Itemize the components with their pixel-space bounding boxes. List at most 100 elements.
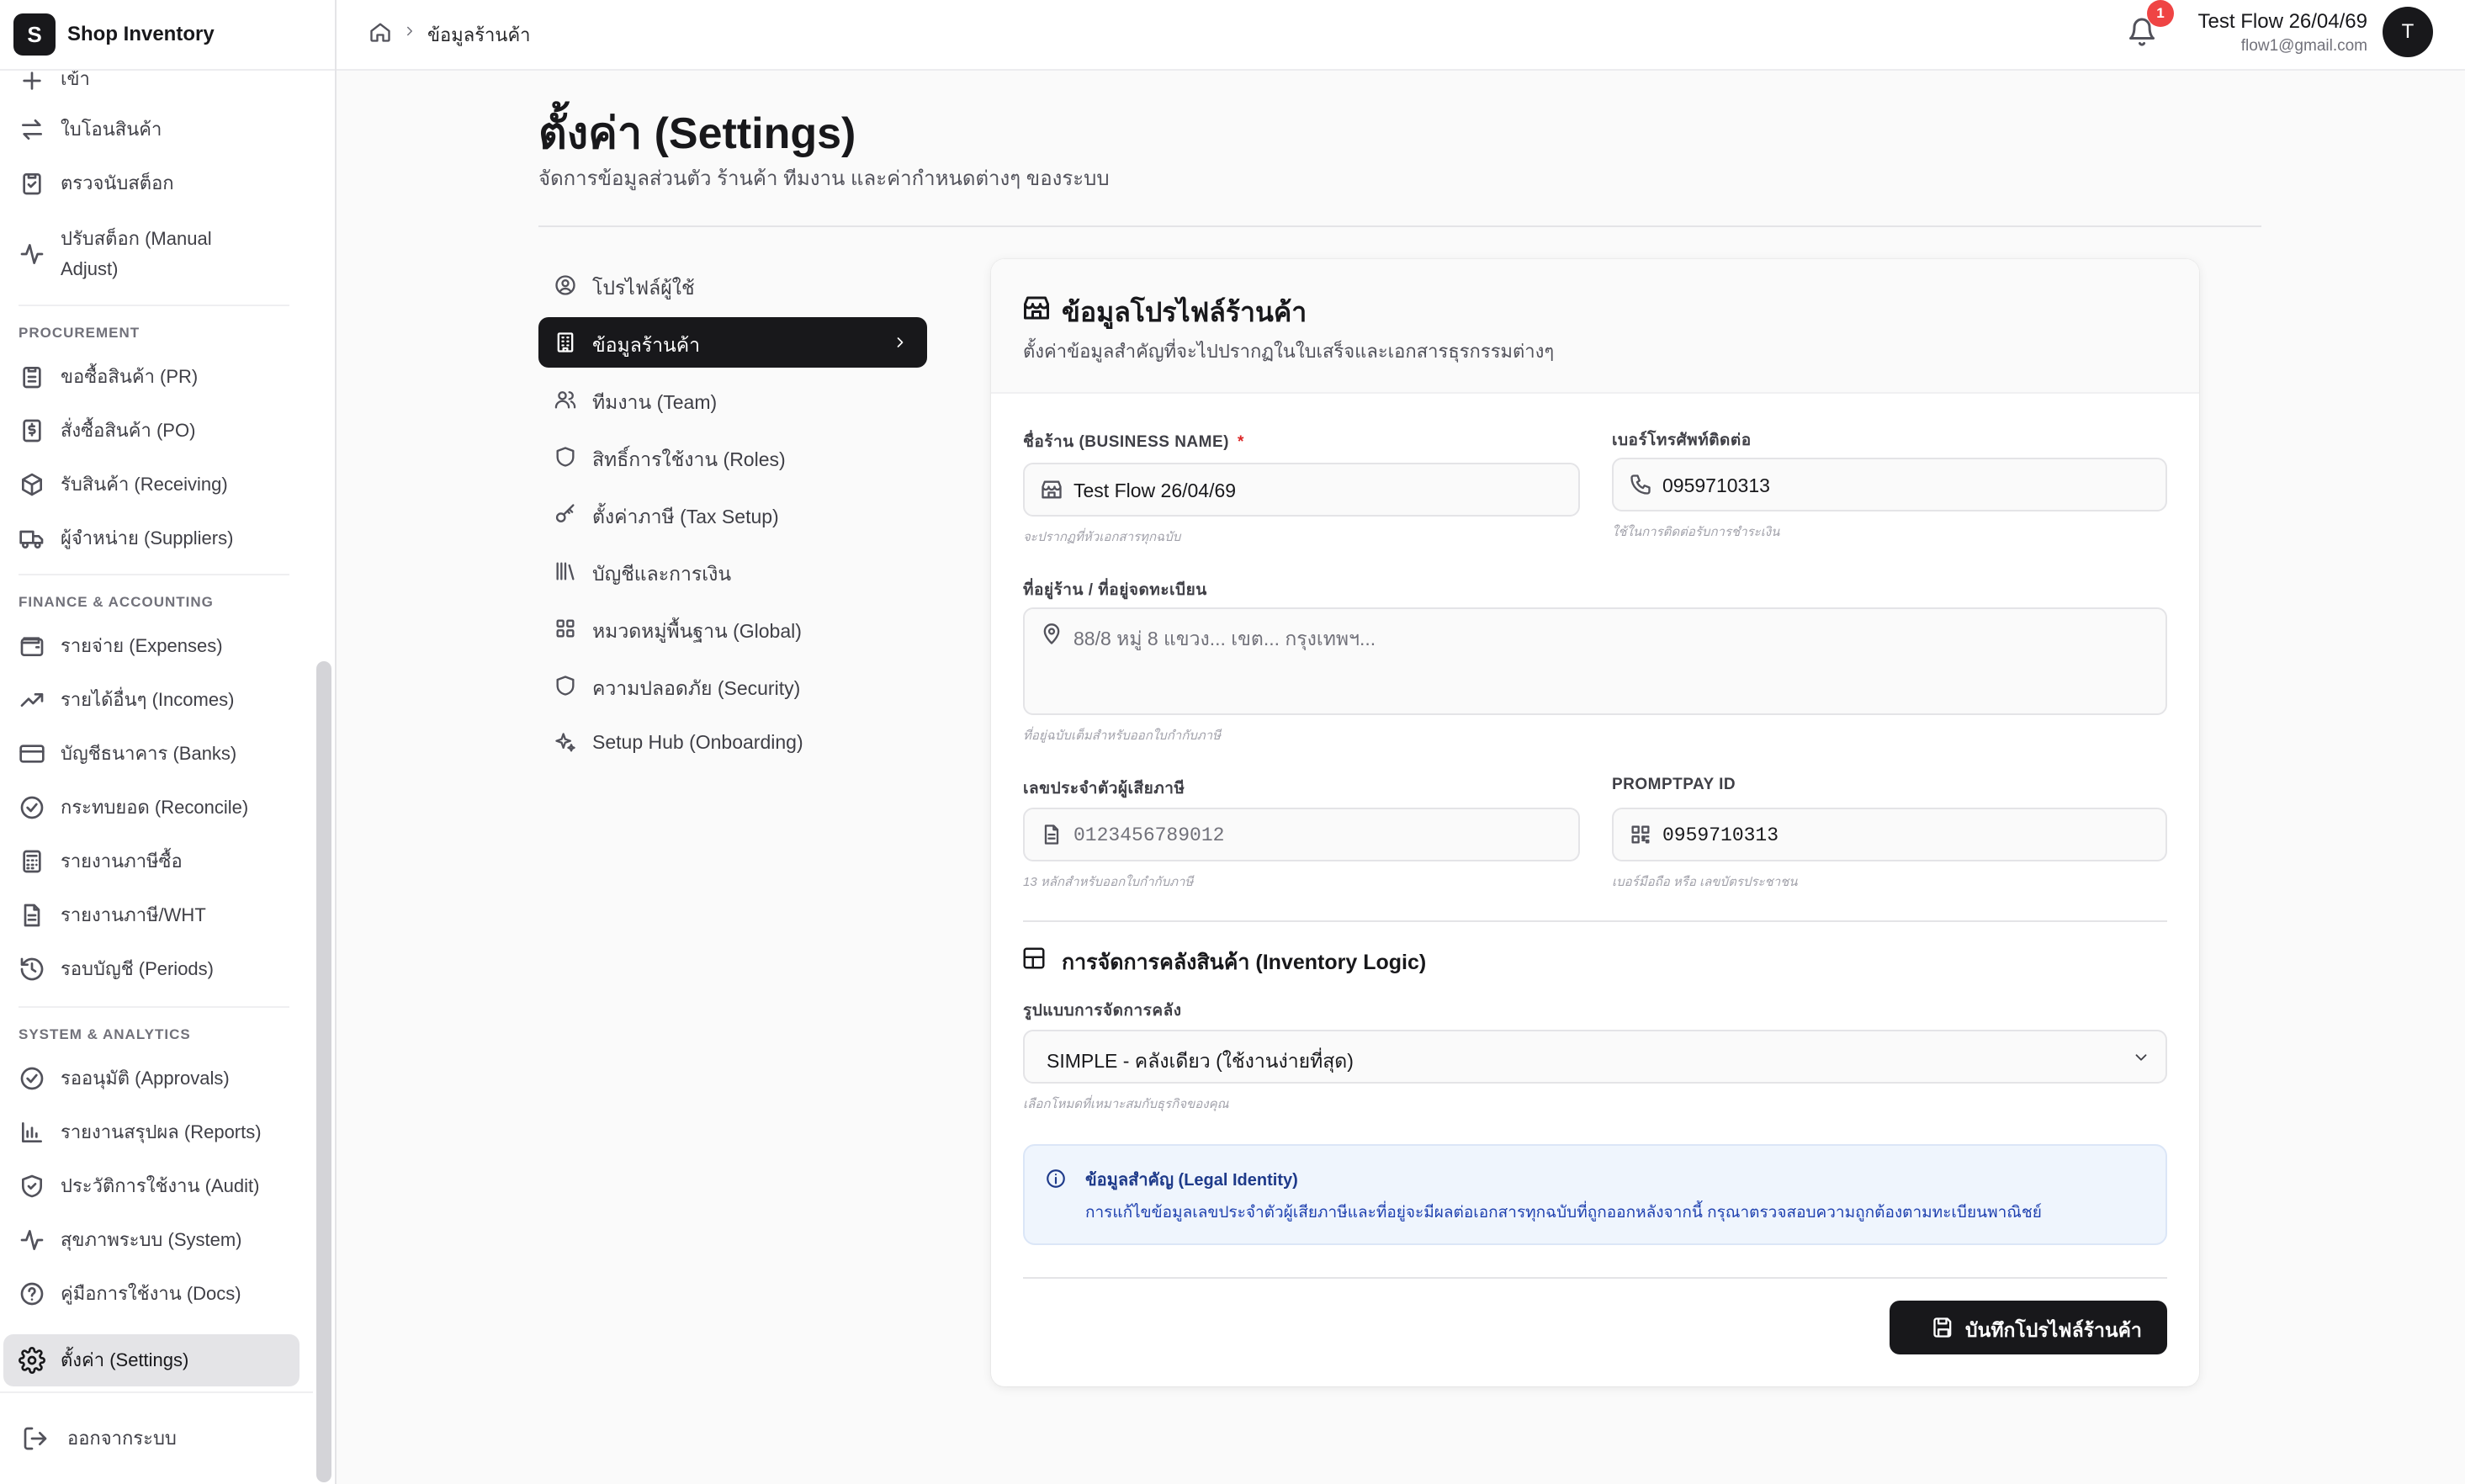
page-title: ตั้งค่า (Settings) bbox=[538, 109, 856, 158]
business-name-label-text: ชื่อร้าน (BUSINESS NAME) bbox=[1023, 433, 1229, 451]
sidebar-item-expenses[interactable]: รายจ่าย (Expenses) bbox=[0, 629, 300, 663]
sidebar-item-label: กระทบยอด (Reconcile) bbox=[61, 797, 249, 818]
sidebar-scrollbar[interactable] bbox=[316, 661, 331, 1482]
sidebar-divider bbox=[19, 574, 289, 575]
inventory-mode-hint: เลือกโหมดที่เหมาะสมกับธุรกิจของคุณ bbox=[1023, 1097, 1229, 1111]
business-name-hint: จะปรากฏที่หัวเอกสารทุกฉบับ bbox=[1023, 530, 1181, 544]
sidebar-item-label: รายจ่าย (Expenses) bbox=[61, 635, 223, 656]
sidebar-item-label: รับสินค้า (Receiving) bbox=[61, 474, 228, 495]
chevron-right-icon bbox=[407, 26, 412, 36]
sidebar-item-stock-count[interactable]: ตรวจนับสต็อก bbox=[0, 167, 300, 200]
user-circle-icon bbox=[555, 275, 575, 295]
history-icon bbox=[20, 957, 44, 981]
save-icon bbox=[1933, 1317, 1952, 1338]
sidebar-item-receiving[interactable]: รับสินค้า (Receiving) bbox=[0, 468, 300, 501]
receipt-dollar-icon bbox=[23, 419, 41, 443]
app-brand[interactable]: S Shop Inventory bbox=[0, 0, 335, 71]
promptpay-value: 0959710313 bbox=[1662, 824, 1779, 846]
save-button-label: บันทึกโปรไฟล์ร้านค้า bbox=[1965, 1319, 2142, 1341]
shield-icon bbox=[556, 676, 575, 696]
logout-button[interactable]: ออกจากระบบ bbox=[0, 1422, 300, 1455]
app-name: Shop Inventory bbox=[67, 23, 215, 45]
tax-id-hint: 13 หลักสำหรับออกใบกำกับภาษี bbox=[1023, 875, 1194, 889]
sidebar-item-label: ใบโอนสินค้า bbox=[61, 119, 162, 140]
sidebar-item-label: รายได้อื่นๆ (Incomes) bbox=[61, 689, 235, 710]
sidebar-item-label: สั่งซื้อสินค้า (PO) bbox=[61, 420, 196, 441]
home-icon[interactable] bbox=[368, 20, 392, 44]
sidebar-item-suppliers[interactable]: ผู้จำหน่าย (Suppliers) bbox=[0, 522, 300, 555]
settings-tab-setup-hub[interactable]: Setup Hub (Onboarding) bbox=[538, 718, 927, 768]
sidebar-item-label: ขอซื้อสินค้า (PR) bbox=[61, 366, 199, 387]
sidebar-item-incomes[interactable]: รายได้อื่นๆ (Incomes) bbox=[0, 683, 300, 717]
sidebar-item-label: ประวัติการใช้งาน (Audit) bbox=[61, 1175, 260, 1196]
settings-tab-label: ตั้งค่าภาษี (Tax Setup) bbox=[592, 506, 779, 527]
notification-badge: 1 bbox=[2147, 0, 2174, 27]
check-circle-icon bbox=[20, 1067, 44, 1090]
credit-card-icon bbox=[19, 745, 45, 763]
breadcrumb-current: ข้อมูลร้านค้า bbox=[427, 24, 531, 45]
settings-tab-label: สิทธิ์การใช้งาน (Roles) bbox=[592, 448, 786, 470]
save-shop-profile-button[interactable]: บันทึกโปรไฟล์ร้านค้า bbox=[1890, 1301, 2167, 1354]
inventory-mode-select[interactable]: SIMPLE - คลังเดียว (ใช้งานง่ายที่สุด) bbox=[1023, 1030, 2167, 1084]
avatar[interactable]: T bbox=[2383, 7, 2433, 57]
grid-icon bbox=[556, 619, 575, 638]
sidebar-item-settings[interactable]: ตั้งค่า (Settings) bbox=[3, 1334, 300, 1386]
settings-tab-team[interactable]: ทีมงาน (Team) bbox=[538, 374, 927, 425]
sidebar-item-reconcile[interactable]: กระทบยอด (Reconcile) bbox=[0, 791, 300, 824]
settings-tab-accounting[interactable]: บัญชีและการเงิน bbox=[538, 546, 927, 596]
sidebar-item-wht[interactable]: รายงานภาษี/WHT bbox=[0, 898, 300, 932]
promptpay-input[interactable]: 0959710313 bbox=[1612, 808, 2167, 861]
sidebar-item-manual-adjust[interactable]: ปรับสต็อก (Manual Adjust) bbox=[0, 222, 300, 286]
page-subtitle: จัดการข้อมูลส่วนตัว ร้านค้า ทีมงาน และค่… bbox=[538, 167, 1110, 190]
phone-input[interactable]: 0959710313 bbox=[1612, 458, 2167, 511]
sidebar-item-approvals[interactable]: รออนุมัติ (Approvals) bbox=[0, 1062, 300, 1095]
wallet-icon bbox=[20, 637, 44, 656]
sidebar-item-pr[interactable]: ขอซื้อสินค้า (PR) bbox=[0, 360, 300, 394]
sidebar-item-po[interactable]: สั่งซื้อสินค้า (PO) bbox=[0, 414, 300, 448]
sidebar-item-system-health[interactable]: สุขภาพระบบ (System) bbox=[0, 1223, 300, 1257]
settings-tab-shop-info[interactable]: ข้อมูลร้านค้า bbox=[538, 317, 927, 368]
sidebar-item-purchase-tax[interactable]: รายงานภาษีซื้อ bbox=[0, 845, 300, 878]
library-icon bbox=[556, 562, 575, 580]
sidebar-item-banks[interactable]: บัญชีธนาคาร (Banks) bbox=[0, 737, 300, 771]
sidebar-section-system: SYSTEM & ANALYTICS bbox=[19, 1026, 191, 1042]
sidebar-item-label: รายงานภาษี/WHT bbox=[61, 904, 206, 925]
legal-identity-alert: ข้อมูลสำคัญ (Legal Identity) การแก้ไขข้อ… bbox=[1023, 1144, 2167, 1245]
page-divider bbox=[538, 225, 2261, 227]
sidebar-item-label: ตรวจนับสต็อก bbox=[61, 172, 174, 193]
sidebar-item-label: ผู้จำหน่าย (Suppliers) bbox=[61, 527, 234, 549]
address-textarea[interactable]: 88/8 หมู่ 8 แขวง... เขต... กรุงเทพฯ... bbox=[1023, 607, 2167, 715]
business-name-input[interactable]: Test Flow 26/04/69 bbox=[1023, 463, 1580, 517]
package-icon bbox=[22, 473, 42, 496]
sidebar-item-transfer[interactable]: ใบโอนสินค้า bbox=[0, 113, 300, 146]
settings-tab-tax-setup[interactable]: ตั้งค่าภาษี (Tax Setup) bbox=[538, 489, 927, 539]
sidebar-item-docs[interactable]: คู่มือการใช้งาน (Docs) bbox=[0, 1277, 300, 1311]
settings-tab-roles[interactable]: สิทธิ์การใช้งาน (Roles) bbox=[538, 432, 927, 482]
sidebar-item-reports[interactable]: รายงานสรุปผล (Reports) bbox=[0, 1116, 300, 1149]
store-icon bbox=[1042, 480, 1062, 499]
sidebar-item-label: บัญชีธนาคาร (Banks) bbox=[61, 743, 237, 764]
sparkles-icon bbox=[555, 733, 575, 752]
building-icon bbox=[557, 332, 574, 352]
tax-id-input[interactable]: 0123456789012 bbox=[1023, 808, 1580, 861]
logout-icon bbox=[24, 1427, 47, 1450]
sidebar-section-procurement: PROCUREMENT bbox=[19, 325, 140, 341]
key-icon bbox=[555, 504, 575, 522]
alert-body: การแก้ไขข้อมูลเลขประจำตัวผู้เสียภาษีและท… bbox=[1085, 1204, 2042, 1222]
business-name-label: ชื่อร้าน (BUSINESS NAME) * bbox=[1023, 429, 1244, 454]
sidebar-item-label: รอบบัญชี (Periods) bbox=[61, 958, 214, 979]
settings-tab-label: ข้อมูลร้านค้า bbox=[592, 334, 701, 356]
logout-area: ออกจากระบบ bbox=[0, 1391, 313, 1481]
phone-label: เบอร์โทรศัพท์ติดต่อ bbox=[1612, 432, 1752, 449]
sidebar-item-periods[interactable]: รอบบัญชี (Periods) bbox=[0, 952, 300, 986]
shield-check-icon bbox=[22, 1174, 42, 1198]
truck-icon bbox=[19, 530, 44, 549]
settings-tab-security[interactable]: ความปลอดภัย (Security) bbox=[538, 660, 927, 711]
settings-tab-label: ทีมงาน (Team) bbox=[592, 391, 718, 413]
settings-tab-global[interactable]: หมวดหมู่พื้นฐาน (Global) bbox=[538, 603, 927, 654]
check-circle-icon bbox=[20, 796, 44, 819]
settings-tab-user-profile[interactable]: โปรไฟล์ผู้ใช้ bbox=[538, 260, 927, 310]
sidebar-item-audit[interactable]: ประวัติการใช้งาน (Audit) bbox=[0, 1169, 300, 1203]
card-title: ข้อมูลโปรไฟล์ร้านค้า bbox=[1062, 297, 1307, 327]
arrow-icon bbox=[23, 72, 41, 90]
